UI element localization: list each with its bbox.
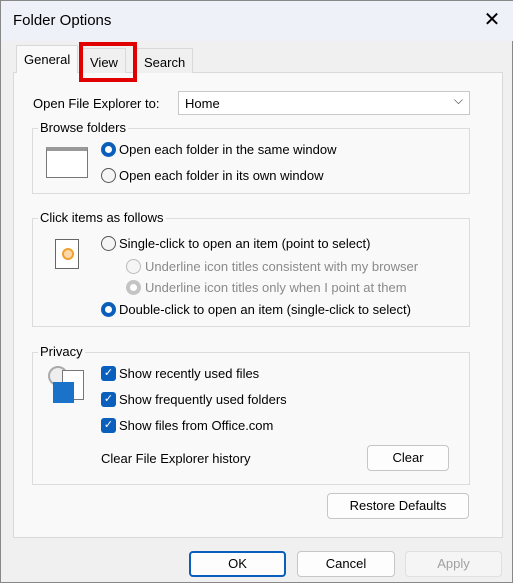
radio-single-click[interactable] bbox=[101, 236, 116, 251]
underline-browser-label[interactable]: Underline icon titles consistent with my… bbox=[145, 259, 418, 274]
radio-own-window[interactable] bbox=[101, 168, 116, 183]
underline-point-label[interactable]: Underline icon titles only when I point … bbox=[145, 280, 407, 295]
open-to-label: Open File Explorer to: bbox=[33, 96, 160, 111]
checkbox-frequent-folders[interactable]: ✓ bbox=[101, 392, 116, 407]
checkbox-office-files[interactable]: ✓ bbox=[101, 418, 116, 433]
close-icon[interactable]: ✕ bbox=[479, 7, 505, 33]
window-title: Folder Options bbox=[13, 12, 112, 29]
open-to-value: Home bbox=[185, 96, 220, 111]
clear-history-label: Clear File Explorer history bbox=[101, 451, 251, 466]
restore-defaults-button[interactable]: Restore Defaults bbox=[327, 493, 469, 519]
frequent-folders-label[interactable]: Show frequently used folders bbox=[119, 392, 287, 407]
own-window-label[interactable]: Open each folder in its own window bbox=[119, 168, 324, 183]
radio-double-click[interactable] bbox=[101, 302, 116, 317]
clear-button[interactable]: Clear bbox=[367, 445, 449, 471]
ok-button[interactable]: OK bbox=[189, 551, 286, 577]
checkbox-recent-files[interactable]: ✓ bbox=[101, 366, 116, 381]
cancel-button[interactable]: Cancel bbox=[297, 551, 395, 577]
privacy-icon bbox=[48, 366, 88, 404]
view-tab-highlight bbox=[79, 42, 137, 82]
single-click-icon bbox=[55, 239, 79, 269]
office-files-label[interactable]: Show files from Office.com bbox=[119, 418, 273, 433]
browse-folders-title: Browse folders bbox=[38, 120, 128, 135]
privacy-title: Privacy bbox=[38, 344, 85, 359]
browse-folders-group: Browse folders bbox=[32, 120, 470, 194]
click-items-title: Click items as follows bbox=[38, 210, 166, 225]
recent-files-label[interactable]: Show recently used files bbox=[119, 366, 259, 381]
radio-underline-browser[interactable] bbox=[126, 259, 141, 274]
window-icon bbox=[46, 147, 88, 178]
chevron-down-icon: ⌵ bbox=[453, 93, 463, 107]
radio-underline-point[interactable] bbox=[126, 280, 141, 295]
radio-same-window[interactable] bbox=[101, 142, 116, 157]
tab-general[interactable]: General bbox=[16, 45, 79, 73]
apply-button[interactable]: Apply bbox=[405, 551, 502, 577]
single-click-label[interactable]: Single-click to open an item (point to s… bbox=[119, 236, 370, 251]
double-click-label[interactable]: Double-click to open an item (single-cli… bbox=[119, 302, 411, 317]
open-to-select[interactable]: Home ⌵ bbox=[178, 91, 470, 115]
tab-search[interactable]: Search bbox=[136, 48, 194, 73]
same-window-label[interactable]: Open each folder in the same window bbox=[119, 142, 337, 157]
